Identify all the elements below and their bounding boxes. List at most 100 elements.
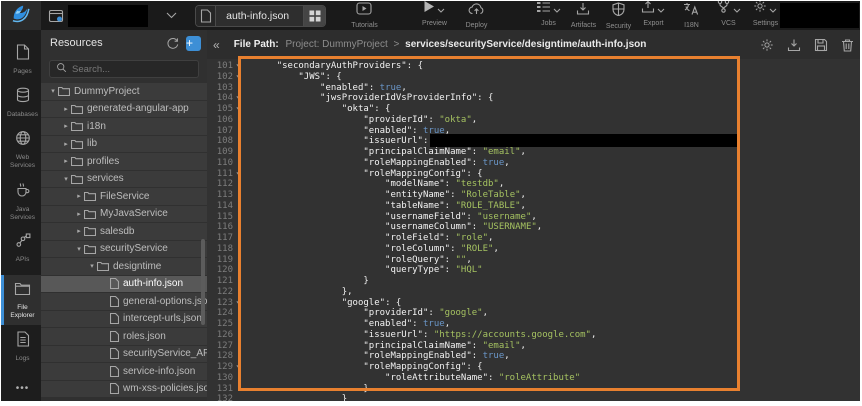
fold-caret-empty <box>233 308 242 319</box>
tree-item-MyJavaService[interactable]: ▸MyJavaService <box>41 206 207 223</box>
search-input[interactable] <box>72 64 192 75</box>
editor-column: « File Path: Project: DummyProject > ser… <box>207 30 860 401</box>
preview-button[interactable]: Preview <box>420 5 448 27</box>
i18n-button[interactable]: I18N <box>677 2 705 29</box>
line-number: 117 <box>209 233 233 244</box>
folder-icon <box>58 86 70 96</box>
tree-item-services[interactable]: ▾services <box>41 171 207 188</box>
tree-item-intercept-urls.json[interactable]: intercept-urls.json <box>41 311 207 328</box>
tree-item-label: i18n <box>87 121 106 132</box>
add-resource-button[interactable]: + <box>186 36 201 51</box>
export-chevron-down-icon[interactable] <box>657 1 665 18</box>
deploy-button[interactable]: Deploy <box>462 2 490 29</box>
sidebar-item-apis[interactable]: APIs <box>1 227 41 269</box>
sidebar-item-web-services[interactable]: WebServices <box>1 124 41 175</box>
line-number: 132 <box>209 394 233 401</box>
editor-settings-gear-icon[interactable] <box>760 38 774 52</box>
code-editor[interactable]: 101▾ "secondaryAuthProviders": {102▾ "JW… <box>207 59 860 401</box>
tree-item-securityService[interactable]: ▾securityService <box>41 241 207 258</box>
code-line: 105▾ "okta": { <box>207 104 860 115</box>
fold-caret-icon[interactable]: ▾ <box>233 61 242 72</box>
code-text: } <box>242 394 347 401</box>
vcs-button[interactable]: VCS <box>714 5 742 27</box>
line-number-gutter: 127 <box>207 341 242 352</box>
resources-panel: Resources + ▾DummyProject▸generated-angu… <box>41 30 207 401</box>
delete-file-icon[interactable] <box>841 38 854 52</box>
fold-caret-empty <box>233 115 242 126</box>
tree-item-securityService_API.json[interactable]: securityService_API.json <box>41 346 207 363</box>
fold-caret-icon[interactable]: ▾ <box>233 169 242 180</box>
code-line: 132 } <box>207 394 860 401</box>
sidebar-item-label: Pages <box>13 68 31 76</box>
caret-down-icon[interactable]: ▾ <box>74 245 84 253</box>
tree-item-label: designtime <box>113 261 161 272</box>
wavemaker-logo[interactable] <box>1 1 41 30</box>
tree-item-FileService[interactable]: ▸FileService <box>41 188 207 205</box>
tree-item-designtime[interactable]: ▾ designtime <box>41 258 207 275</box>
grid-icon[interactable] <box>303 6 325 26</box>
line-number: 124 <box>209 308 233 319</box>
caret-down-icon[interactable]: ▾ <box>61 175 71 183</box>
fold-caret-icon[interactable]: ▾ <box>233 93 242 104</box>
tree-item-wm-xss-policies.json[interactable]: wm-xss-policies.json <box>41 381 207 398</box>
save-file-icon[interactable] <box>814 38 828 52</box>
caret-right-icon[interactable]: ▸ <box>61 140 71 148</box>
fold-caret-empty <box>233 373 242 384</box>
settings-button[interactable]: Settings <box>751 5 779 27</box>
sidebar-item-databases[interactable]: Databases <box>1 81 41 124</box>
code-line: 101▾ "secondaryAuthProviders": { <box>207 61 860 72</box>
code-line: 114 "tableName": "ROLE_TABLE", <box>207 201 860 212</box>
open-file-tab[interactable]: auth-info.json <box>216 6 303 26</box>
jobs-chevron-down-icon[interactable] <box>553 1 561 18</box>
search-box[interactable] <box>49 60 199 78</box>
refresh-icon[interactable] <box>166 37 179 50</box>
preview-chevron-down-icon[interactable] <box>437 1 445 18</box>
caret-down-icon[interactable]: ▾ <box>48 87 58 95</box>
fold-caret-icon[interactable]: ▾ <box>233 72 242 83</box>
line-number-gutter: 109 <box>207 147 242 158</box>
resources-scrollbar[interactable] <box>201 239 205 325</box>
tree-item-lib[interactable]: ▸lib <box>41 136 207 153</box>
project-chevron-down-icon[interactable] <box>166 12 177 19</box>
sidebar-item-pages[interactable]: Pages <box>1 38 41 81</box>
caret-right-icon[interactable]: ▸ <box>61 157 71 165</box>
tree-item-auth-info.json[interactable]: auth-info.json <box>41 276 207 293</box>
sidebar-item-file-explorer[interactable]: FileExplorer <box>1 275 41 325</box>
caret-down-icon[interactable]: ▾ <box>87 262 97 270</box>
code-line: 118 "roleColumn": "ROLE", <box>207 244 860 255</box>
sidebar-item-java-services[interactable]: JavaServices <box>1 176 41 227</box>
fold-caret-icon[interactable]: ▾ <box>233 104 242 115</box>
caret-right-icon[interactable]: ▸ <box>74 192 84 200</box>
tree-item-service-info.json[interactable]: service-info.json <box>41 363 207 380</box>
security-button[interactable]: Security <box>604 2 632 30</box>
tree-item-DummyProject[interactable]: ▾DummyProject <box>41 83 207 100</box>
export-button[interactable]: Export <box>639 5 667 27</box>
tree-item-generated-angular-app[interactable]: ▸generated-angular-app <box>41 101 207 118</box>
fold-caret-icon[interactable]: ▾ <box>233 362 242 373</box>
collapse-panel-icon[interactable]: « <box>209 38 224 52</box>
caret-right-icon[interactable]: ▸ <box>61 105 71 113</box>
file-path-label: File Path: <box>234 39 279 50</box>
file-tree: ▾DummyProject▸generated-angular-app▸i18n… <box>41 83 207 401</box>
artifacts-button[interactable]: Artifacts <box>569 2 597 29</box>
tree-item-profiles[interactable]: ▸profiles <box>41 153 207 170</box>
caret-right-icon[interactable]: ▸ <box>74 227 84 235</box>
tree-item-i18n[interactable]: ▸ i18n <box>41 118 207 135</box>
breadcrumb-separator: > <box>394 39 400 50</box>
tutorials-button[interactable]: Tutorials <box>350 2 378 29</box>
settings-chevron-down-icon[interactable] <box>769 1 777 18</box>
jobs-button[interactable]: Jobs <box>534 5 562 27</box>
code-text: "enabled": true, <box>242 126 450 137</box>
caret-right-icon[interactable]: ▸ <box>74 210 84 218</box>
project-icon[interactable] <box>48 8 64 24</box>
sidebar-item-logs[interactable]: Logs <box>1 325 41 368</box>
tree-item-salesdb[interactable]: ▸salesdb <box>41 223 207 240</box>
caret-right-icon[interactable]: ▸ <box>61 122 71 130</box>
download-file-icon[interactable] <box>787 38 801 52</box>
sidebar-item-more[interactable]: ••• <box>1 372 41 401</box>
fold-caret-icon[interactable]: ▾ <box>233 298 242 309</box>
vcs-chevron-down-icon[interactable] <box>733 1 741 18</box>
fold-caret-empty <box>233 244 242 255</box>
tree-item-general-options.json[interactable]: general-options.json <box>41 293 207 310</box>
tree-item-roles.json[interactable]: roles.json <box>41 328 207 345</box>
